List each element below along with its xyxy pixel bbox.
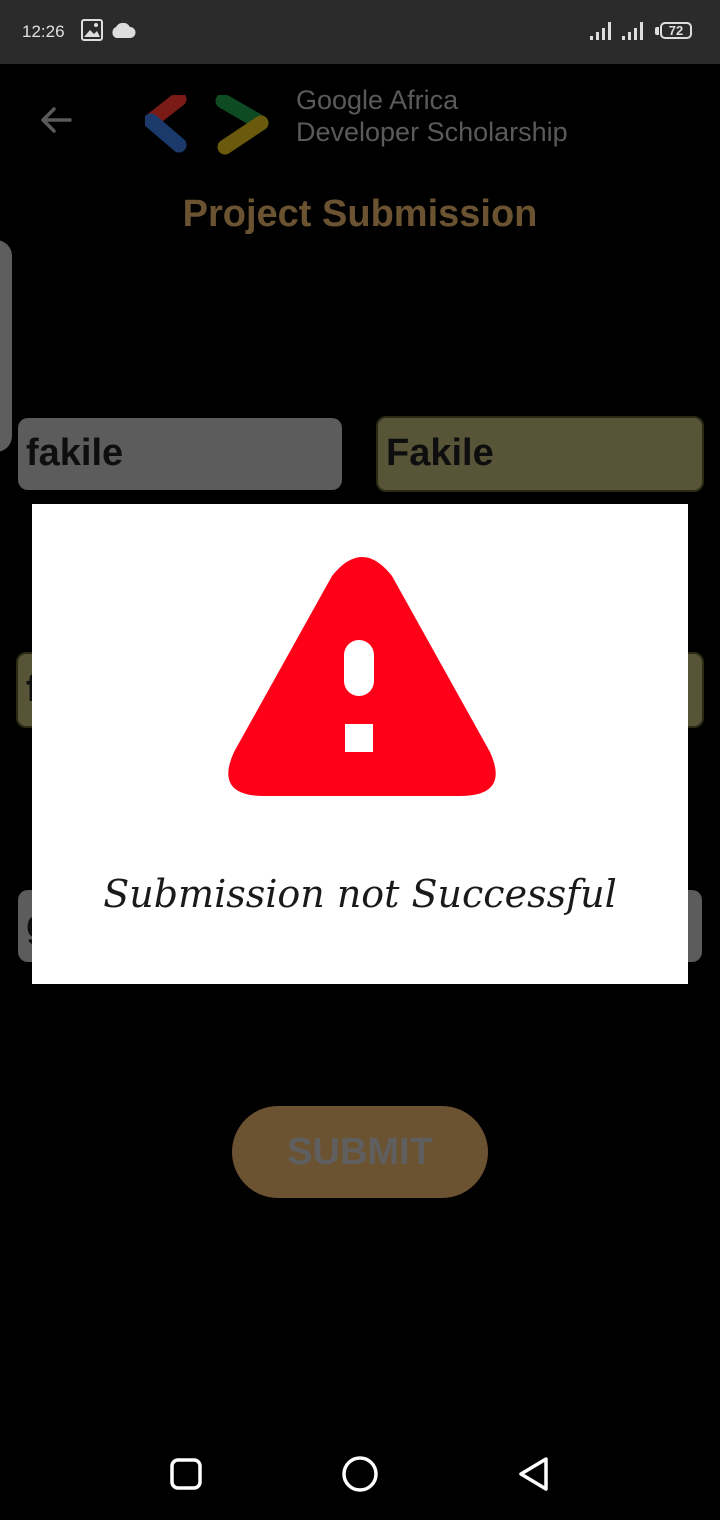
back-arrow-icon[interactable] — [36, 100, 76, 140]
gallery-icon — [81, 19, 103, 41]
last-name-field[interactable]: Fakile — [376, 416, 704, 492]
error-dialog[interactable]: Submission not Successful — [32, 504, 688, 984]
signal-icon — [622, 22, 643, 40]
brand-line-2: Developer Scholarship — [296, 117, 568, 147]
signal-icon — [590, 22, 611, 40]
first-name-field[interactable]: fakile — [18, 418, 342, 490]
recents-icon[interactable] — [166, 1454, 206, 1494]
dialog-message: Submission not Successful — [103, 872, 617, 916]
navigation-bar — [0, 1428, 720, 1520]
brand-text: Google Africa Developer Scholarship — [296, 84, 568, 148]
battery-icon: 72 — [660, 22, 692, 39]
submit-button[interactable]: SUBMIT — [232, 1106, 488, 1198]
warning-triangle-icon — [228, 557, 496, 796]
status-time: 12:26 — [22, 22, 65, 41]
status-bar: 12:26 72 — [0, 0, 720, 64]
battery-nub — [655, 27, 659, 35]
home-icon[interactable] — [340, 1454, 380, 1494]
brand-line-1: Google Africa — [296, 85, 459, 115]
back-icon[interactable] — [514, 1454, 554, 1494]
page-title: Project Submission — [182, 193, 538, 235]
cloud-icon — [112, 22, 136, 38]
side-panel-tab[interactable] — [0, 240, 12, 452]
gads-logo-icon — [145, 95, 269, 155]
